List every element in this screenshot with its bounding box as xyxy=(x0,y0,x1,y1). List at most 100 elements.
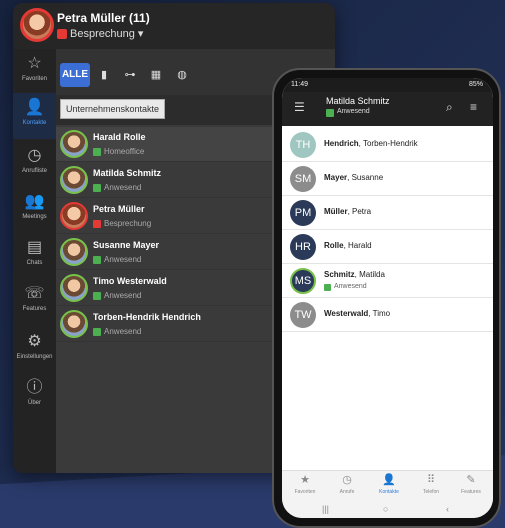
avatar: SM xyxy=(290,166,316,192)
contact-status: Anwesend xyxy=(104,255,142,264)
nav-ueber[interactable]: ⓘ Über xyxy=(13,373,56,417)
tab-global-contacts[interactable]: ◍ xyxy=(170,63,194,87)
star-icon: ☆ xyxy=(27,55,42,72)
contact-name: Susanne Mayer xyxy=(93,240,160,250)
nav-anrufliste[interactable]: ◷ Anrufliste xyxy=(13,141,56,185)
contact-status: Anwesend xyxy=(104,183,142,192)
sidebar: ☆ Favoriten 👤 Kontakte ◷ Anrufliste 👥 Meetin… xyxy=(13,49,56,473)
nav-label: Anrufe xyxy=(339,489,355,495)
tab-key-contacts[interactable]: ⊶ xyxy=(118,63,142,87)
nav-label: Features xyxy=(22,306,47,312)
contact-name: Rolle, Harald xyxy=(324,241,372,250)
nav-favoriten[interactable]: ☆ Favoriten xyxy=(13,49,56,93)
window-header: Petra Müller (11) Besprechung ▾ xyxy=(13,3,335,49)
status-icon xyxy=(93,256,101,264)
avatar xyxy=(60,202,88,230)
bottom-nav-features[interactable]: ✎ Features xyxy=(450,474,492,495)
user-name: Petra Müller (11) xyxy=(57,11,150,25)
user-status[interactable]: Anwesend xyxy=(337,108,370,115)
nav-label: Einstellungen xyxy=(16,354,53,360)
nav-meetings[interactable]: 👥 Meetings xyxy=(13,187,56,231)
nav-label: Kontakte xyxy=(22,120,47,126)
avatar xyxy=(60,310,88,338)
nav-einstellungen[interactable]: ⚙ Einstellungen xyxy=(13,327,56,371)
group-icon: 👥 xyxy=(24,193,45,210)
contact-status: Anwesend xyxy=(104,327,142,336)
avatar xyxy=(60,130,88,158)
phone-icon: ☏ xyxy=(24,285,45,302)
list-item[interactable]: TH Hendrich, Torben-Hendrik xyxy=(282,128,493,162)
status-dropdown[interactable]: Besprechung ▾ xyxy=(70,27,143,40)
nav-chats[interactable]: ▤ Chats xyxy=(13,233,56,277)
app-bar: ☰ Matilda Schmitz Anwesend ⌕ ≡ xyxy=(282,92,493,126)
bottom-nav-kontakte[interactable]: 👤 Kontakte xyxy=(368,474,410,495)
status-icon xyxy=(93,328,101,336)
tab-outlook-contacts[interactable]: ▦ xyxy=(144,63,168,87)
nav-label: Kontakte xyxy=(379,489,399,495)
avatar: TW xyxy=(290,302,316,328)
avatar xyxy=(60,166,88,194)
bottom-nav-anrufe[interactable]: ◷ Anrufe xyxy=(326,474,368,495)
list-item[interactable]: HR Rolle, Harald xyxy=(282,230,493,264)
list-item[interactable]: PM Müller, Petra xyxy=(282,196,493,230)
nav-features[interactable]: ☏ Features xyxy=(13,279,56,323)
system-nav: ||| ○ ‹ xyxy=(282,502,493,518)
nav-label: Meetings xyxy=(22,214,47,220)
clock-icon: ◷ xyxy=(27,147,42,164)
contact-name: Mayer, Susanne xyxy=(324,173,384,182)
list-item[interactable]: TW Westerwald, Timo xyxy=(282,298,493,332)
status-icon xyxy=(93,184,101,192)
star-icon: ★ xyxy=(300,474,310,486)
contact-name: Matilda Schmitz xyxy=(93,168,162,178)
wrench-icon: ✎ xyxy=(466,474,476,486)
contact-name: Müller, Petra xyxy=(324,207,372,216)
person-icon: 👤 xyxy=(382,474,396,486)
clock: 11:49 xyxy=(291,81,308,88)
nav-kontakte[interactable]: 👤 Kontakte xyxy=(13,93,56,139)
dialpad-icon: ⠿ xyxy=(426,474,436,486)
tab-company-contacts[interactable]: ▮ xyxy=(92,63,116,87)
status-bar: 11:49 85% xyxy=(282,78,493,92)
status-icon xyxy=(93,292,101,300)
user-avatar[interactable] xyxy=(20,8,54,42)
nav-label: Favoriten xyxy=(21,76,47,82)
tab-alle[interactable]: ALLE xyxy=(60,63,90,87)
clock-icon: ◷ xyxy=(342,474,352,486)
contact-status: Homeoffice xyxy=(104,147,145,156)
contact-name: Westerwald, Timo xyxy=(324,309,391,318)
contact-name: Timo Westerwald xyxy=(93,276,167,286)
status-icon xyxy=(326,109,334,117)
nav-label: Features xyxy=(461,489,481,495)
contact-name: Petra Müller xyxy=(93,204,145,214)
bottom-nav-favoriten[interactable]: ★ Favoriten xyxy=(284,474,326,495)
list-item[interactable]: SM Mayer, Susanne xyxy=(282,162,493,196)
gear-icon: ⚙ xyxy=(27,333,42,350)
status-icon xyxy=(93,148,101,156)
nav-label: Anrufliste xyxy=(21,168,47,174)
nav-label: Über xyxy=(27,400,41,406)
mobile-phone: 11:49 85% ☰ Matilda Schmitz Anwesend ⌕ ≡… xyxy=(272,68,501,528)
status-icon xyxy=(324,284,331,291)
battery-level: 85% xyxy=(468,81,483,88)
avatar: TH xyxy=(290,132,316,158)
avatar xyxy=(60,238,88,266)
tooltip: Unternehmenskontakte xyxy=(60,99,166,119)
bottom-nav-telefon[interactable]: ⠿ Telefon xyxy=(410,474,452,495)
contact-status: Besprechung xyxy=(104,219,152,228)
search-icon[interactable]: ⌕ xyxy=(446,100,453,115)
nav-label: Telefon xyxy=(422,489,440,495)
menu-icon[interactable]: ☰ xyxy=(294,100,305,114)
list-item[interactable]: MS Schmitz, Matilda Anwesend xyxy=(282,264,493,298)
avatar: HR xyxy=(290,234,316,260)
nav-label: Favoriten xyxy=(294,489,316,495)
avatar xyxy=(60,274,88,302)
chat-icon: ▤ xyxy=(26,239,43,256)
bottom-nav: ★ Favoriten ◷ Anrufe 👤 Kontakte ⠿ Telefon ✎ F… xyxy=(282,470,493,502)
status-icon xyxy=(93,220,101,228)
mobile-screen: 11:49 85% ☰ Matilda Schmitz Anwesend ⌕ ≡… xyxy=(282,78,493,518)
recents-button[interactable]: ||| xyxy=(322,504,329,514)
avatar: PM xyxy=(290,200,316,226)
back-button[interactable]: ‹ xyxy=(446,504,449,514)
filter-icon[interactable]: ≡ xyxy=(470,100,477,114)
home-button[interactable]: ○ xyxy=(383,504,388,514)
